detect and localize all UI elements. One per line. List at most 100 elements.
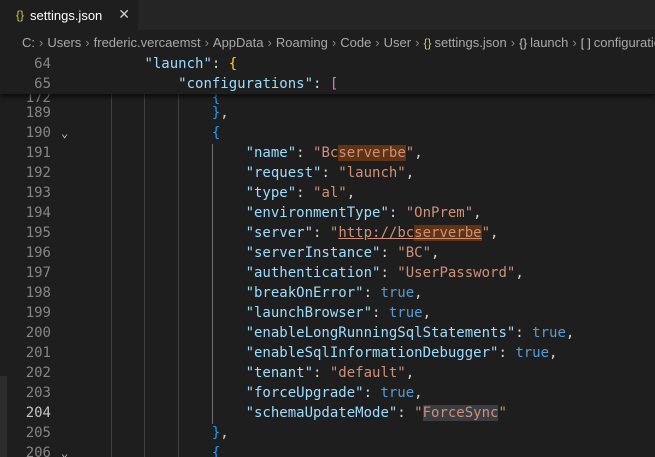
code-token: "type"	[245, 185, 297, 201]
code-token: true	[532, 325, 566, 341]
code-token: ,	[515, 265, 524, 281]
breadcrumb-item[interactable]: frederic.vercaemst	[94, 35, 201, 50]
breadcrumb-item[interactable]: {} settings.json	[423, 35, 506, 50]
code-text: },	[77, 103, 229, 123]
code-token: :	[388, 205, 406, 221]
code-token: "	[405, 145, 415, 161]
breadcrumb-item[interactable]: User	[384, 35, 411, 50]
close-icon[interactable]: ✕	[118, 6, 130, 23]
code-line[interactable]: 205 },	[0, 423, 655, 443]
line-number: 202	[25, 365, 51, 381]
code-token: :	[313, 76, 330, 92]
code-line[interactable]: 204 "schemaUpdateMode": "ForceSync"	[0, 403, 655, 423]
code-text: "serverInstance": "BC",	[77, 243, 440, 263]
code-token: "name"	[245, 145, 297, 161]
code-line[interactable]: 189 },	[0, 103, 655, 123]
code-token: serverbe	[338, 145, 406, 161]
code-token: ,	[414, 285, 423, 301]
code-line[interactable]: 201 "enableSqlInformationDebugger": true…	[0, 343, 655, 363]
code-text: "enableLongRunningSqlStatements": true,	[77, 323, 575, 343]
code-line[interactable]: 192 "request": "launch",	[0, 163, 655, 183]
code-line[interactable]: 199 "launchBrowser": true,	[0, 303, 655, 323]
code-token: "OnPrem"	[405, 205, 474, 221]
breadcrumb-item[interactable]: Users	[47, 35, 81, 50]
breadcrumb-item[interactable]: Roaming	[276, 35, 328, 50]
code-token: ,	[346, 185, 356, 201]
code-token: :	[498, 345, 516, 361]
code-token: ,	[414, 145, 423, 161]
code-token: "request"	[245, 165, 322, 181]
line-number: 206	[25, 445, 51, 457]
code-editor[interactable]: 172 {189 }, 190 ⌄ {191 "name": "Bcserverbe…	[0, 54, 655, 457]
breadcrumb-item[interactable]: C:	[22, 35, 35, 50]
breadcrumb-label: Users	[47, 34, 82, 50]
breadcrumb-item[interactable]: AppData	[213, 35, 264, 50]
code-text: "forceUpgrade": true,	[77, 383, 423, 403]
fold-chevron-icon[interactable]: ⌄	[61, 123, 68, 143]
code-line[interactable]: 200 "enableLongRunningSqlStatements": tr…	[0, 323, 655, 343]
breadcrumb-separator-icon: ›	[85, 34, 90, 50]
breadcrumb-separator-icon: ›	[204, 34, 209, 50]
json-file-icon: {}	[423, 35, 432, 50]
code-text: "authentication": "UserPassword",	[77, 263, 524, 283]
code-token: true	[380, 285, 415, 301]
breadcrumb-item[interactable]: Code	[340, 35, 371, 50]
line-number: 197	[25, 265, 51, 281]
code-token: ,	[490, 225, 499, 241]
code-line[interactable]: 198 "breakOnError": true,	[0, 283, 655, 303]
code-token: "server"	[245, 225, 314, 241]
code-token: :	[211, 56, 229, 72]
code-text: "request": "launch",	[77, 163, 415, 183]
breadcrumb-item[interactable]: {} launch	[519, 35, 568, 50]
code-line[interactable]: 206 ⌄ {	[0, 443, 655, 457]
code-line[interactable]: 193 "type": "al",	[0, 183, 655, 203]
code-token: "al"	[313, 185, 347, 201]
code-token: ,	[473, 205, 482, 221]
code-text: "launchBrowser": true,	[77, 303, 431, 323]
breadcrumb-separator-icon: ›	[39, 34, 44, 50]
code-token: :	[296, 185, 314, 201]
object-icon: {}	[519, 35, 528, 50]
code-token: "	[414, 405, 423, 421]
code-text: {	[77, 123, 220, 143]
code-token: "	[481, 225, 491, 241]
code-token: :	[363, 385, 381, 401]
code-line[interactable]: 65 "configurations": [	[0, 74, 655, 94]
line-number: 196	[25, 245, 51, 261]
line-number: 194	[25, 205, 51, 221]
code-line[interactable]: 191 "name": "Bcserverbe",	[0, 143, 655, 163]
line-number: 189	[25, 105, 51, 121]
code-line[interactable]: 195 "server": "http://bcserverbe",	[0, 223, 655, 243]
line-number: 191	[25, 145, 51, 161]
code-token: {	[211, 125, 221, 141]
breadcrumb-separator-icon: ›	[267, 34, 272, 50]
code-text: "enableSqlInformationDebugger": true,	[77, 343, 558, 363]
code-line[interactable]: 202 "tenant": "default",	[0, 363, 655, 383]
code-token: ,	[431, 245, 440, 261]
fold-chevron-icon[interactable]: ⌄	[61, 443, 68, 457]
code-text: "type": "al",	[77, 183, 356, 203]
code-line[interactable]: 64 "launch": {	[0, 54, 655, 74]
code-line[interactable]: 194 "environmentType": "OnPrem",	[0, 203, 655, 223]
code-line[interactable]: 203 "forceUpgrade": true,	[0, 383, 655, 403]
code-line[interactable]: 196 "serverInstance": "BC",	[0, 243, 655, 263]
breadcrumb-item[interactable]: [ ]configurations	[581, 35, 655, 50]
code-token: "environmentType"	[245, 205, 389, 221]
code-token: "authentication"	[245, 265, 381, 281]
code-line[interactable]: 197 "authentication": "UserPassword",	[0, 263, 655, 283]
code-token: "serverInstance"	[245, 245, 381, 261]
breadcrumb-label: frederic.vercaemst	[93, 34, 201, 50]
code-token: ,	[220, 105, 229, 121]
code-line[interactable]: 190 ⌄ {	[0, 123, 655, 143]
tab-settings-json[interactable]: {} settings.json ✕	[0, 0, 138, 30]
code-token: true	[515, 345, 550, 361]
